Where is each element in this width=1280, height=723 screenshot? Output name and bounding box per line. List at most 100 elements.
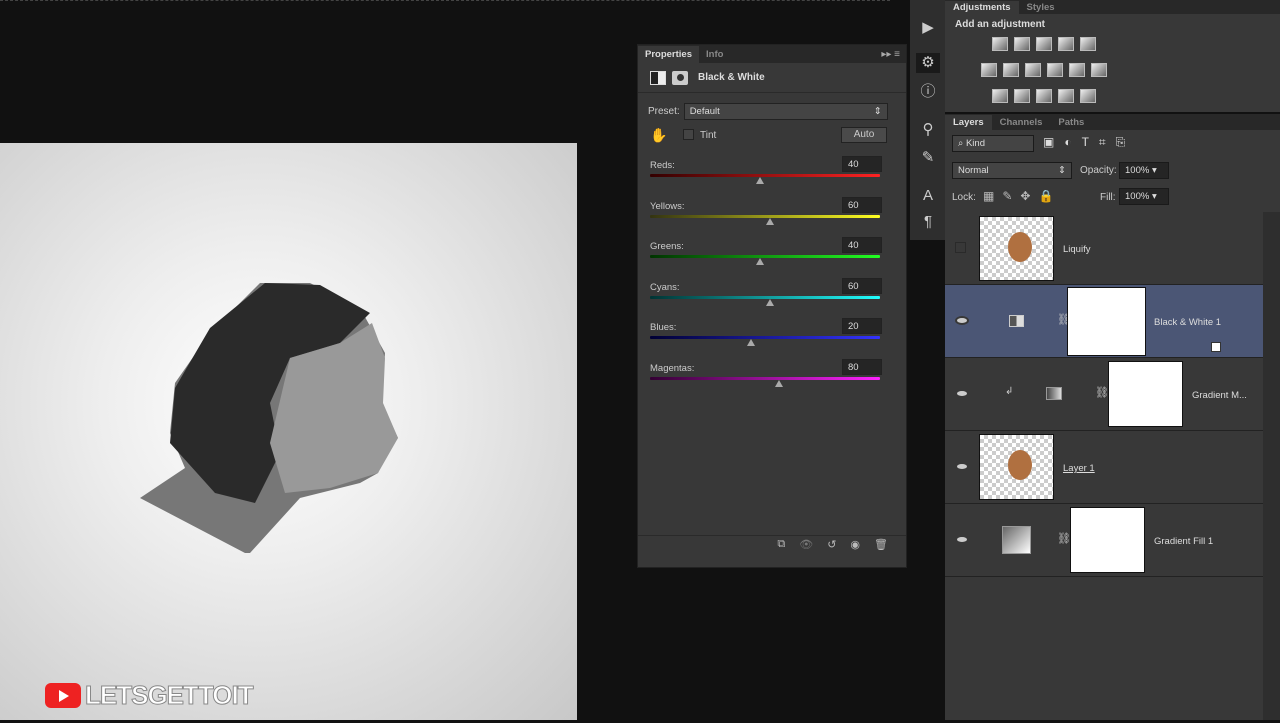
slider-thumb[interactable]	[756, 177, 765, 184]
layer-row-gradient-fill[interactable]: ⛓ Gradient Fill 1	[945, 504, 1263, 577]
auto-button[interactable]: Auto	[841, 127, 887, 143]
opacity-value: 100%	[1125, 165, 1150, 176]
mask-icon[interactable]	[672, 70, 688, 85]
slider-value-field[interactable]: 40	[842, 237, 882, 253]
tab-info[interactable]: Info	[699, 46, 730, 63]
gradient-map-adjustment-icon	[1046, 387, 1062, 400]
watermark-logo: LETSGETTOIT	[45, 680, 254, 711]
layer-mask-thumbnail[interactable]	[1067, 287, 1146, 356]
info-icon[interactable]: ⓘ	[916, 82, 940, 102]
layer-name[interactable]: Layer 1	[1063, 463, 1095, 474]
link-icon[interactable]: ⛓	[1095, 386, 1109, 399]
slider-track[interactable]	[650, 376, 880, 380]
document-canvas[interactable]	[0, 143, 577, 720]
threshold-icon[interactable]	[1036, 89, 1052, 103]
black-white-icon[interactable]	[1025, 63, 1041, 77]
photo-filter-icon[interactable]	[1047, 63, 1063, 77]
eye-icon[interactable]	[955, 316, 969, 325]
slider-track[interactable]	[650, 174, 880, 177]
preset-dropdown[interactable]: Default ⇕	[683, 103, 888, 120]
targeted-adjustment-hand-icon[interactable]: ✋	[650, 127, 667, 144]
eye-icon[interactable]	[955, 462, 969, 471]
fill-field[interactable]: 100% ▾	[1119, 188, 1169, 205]
layer-row-gradient-map[interactable]: ↲ ⛓ Gradient M...	[945, 358, 1263, 431]
channel-mixer-icon[interactable]	[1069, 63, 1085, 77]
character-icon[interactable]: A	[916, 186, 940, 206]
brush-presets-icon[interactable]: ⚲	[916, 120, 940, 140]
slider-thumb[interactable]	[747, 339, 756, 346]
slider-track[interactable]	[650, 255, 880, 258]
lock-icons[interactable]: ▦✎✥🔒	[983, 189, 1061, 203]
slider-value-field[interactable]: 60	[842, 196, 882, 213]
layer-name[interactable]: Gradient M...	[1192, 390, 1247, 401]
view-previous-icon[interactable]: 👁	[799, 538, 813, 551]
slider-value-field[interactable]: 80	[842, 358, 882, 375]
layer-row-black-white[interactable]: ⛓ Black & White 1	[945, 285, 1263, 358]
layers-panel: Layers Channels Paths ⌕ Kind ▣◐T⌗⎘ Norma…	[945, 114, 1280, 720]
levels-icon[interactable]	[1014, 37, 1030, 51]
visibility-icon[interactable]: ◉	[850, 538, 860, 551]
layers-scrollbar[interactable]	[1263, 212, 1280, 720]
layer-mask-thumbnail[interactable]	[1070, 507, 1145, 573]
eye-icon[interactable]	[955, 535, 969, 544]
adjustment-icon[interactable]	[650, 70, 666, 85]
filter-kind-value: Kind	[965, 138, 985, 149]
tab-channels[interactable]: Channels	[992, 115, 1051, 130]
tab-layers[interactable]: Layers	[945, 115, 992, 130]
color-balance-icon[interactable]	[1003, 63, 1019, 77]
adjustments-panel-icon[interactable]: ⚙	[916, 53, 940, 73]
gradient-map-icon[interactable]	[1080, 89, 1096, 103]
brushes-icon[interactable]: ✎	[916, 148, 940, 168]
slider-thumb[interactable]	[774, 379, 783, 387]
visibility-toggle-off[interactable]	[955, 242, 966, 253]
color-lookup-icon[interactable]	[1091, 63, 1107, 77]
slider-thumb[interactable]	[765, 217, 774, 225]
slider-value-field[interactable]: 40	[842, 156, 882, 172]
tab-adjustments[interactable]: Adjustments	[945, 1, 1019, 14]
posterize-icon[interactable]	[1014, 89, 1030, 103]
slider-label: Blues:	[650, 322, 677, 333]
hue-saturation-icon[interactable]	[981, 63, 997, 77]
properties-panel: Properties Info ▸▸ ≡ Black & White Prese…	[637, 44, 907, 568]
slider-thumb[interactable]	[756, 258, 765, 265]
fill-value: 100%	[1125, 191, 1150, 202]
delete-icon[interactable]: 🗑	[874, 538, 888, 551]
panel-menu-icon[interactable]: ▸▸ ≡	[875, 46, 906, 63]
layer-row-liquify[interactable]: Liquify	[945, 212, 1263, 285]
layer-mask-thumbnail[interactable]	[1108, 361, 1183, 427]
vibrance-icon[interactable]	[1080, 37, 1096, 51]
blend-mode-value: Normal	[958, 165, 989, 176]
selective-color-icon[interactable]	[1058, 89, 1074, 103]
curves-icon[interactable]	[1036, 37, 1052, 51]
reset-icon[interactable]: ↺	[827, 538, 836, 551]
layer-name[interactable]: Black & White 1	[1154, 317, 1221, 328]
filter-icons[interactable]: ▣◐T⌗⎘	[1043, 135, 1135, 150]
portrait-image	[140, 283, 398, 553]
tab-styles[interactable]: Styles	[1019, 1, 1063, 14]
paragraph-icon[interactable]: ¶	[916, 212, 940, 232]
brightness-icon[interactable]	[992, 37, 1008, 51]
slider-thumb[interactable]	[765, 298, 774, 306]
exposure-icon[interactable]	[1058, 37, 1074, 51]
slider-value-field[interactable]: 20	[842, 318, 882, 334]
opacity-field[interactable]: 100% ▾	[1119, 162, 1169, 179]
link-icon[interactable]: ⛓	[1057, 532, 1071, 545]
properties-title: Black & White	[698, 72, 765, 83]
tab-paths[interactable]: Paths	[1050, 115, 1092, 130]
slider-track[interactable]	[650, 336, 880, 339]
layer-name[interactable]: Gradient Fill 1	[1154, 536, 1213, 547]
adjustments-heading: Add an adjustment	[955, 19, 1046, 30]
clip-to-layer-icon[interactable]: ⧉	[777, 538, 785, 551]
tint-checkbox[interactable]	[683, 129, 694, 140]
fill-label: Fill:	[1100, 192, 1116, 203]
layer-name[interactable]: Liquify	[1063, 244, 1090, 255]
blend-mode-dropdown[interactable]: Normal ⇕	[952, 162, 1072, 179]
youtube-icon	[45, 683, 81, 708]
filter-kind-dropdown[interactable]: ⌕ Kind	[952, 135, 1034, 152]
layer-row-layer-1[interactable]: Layer 1	[945, 431, 1263, 504]
slider-value-field[interactable]: 60	[842, 277, 882, 294]
eye-icon[interactable]	[955, 389, 969, 398]
tab-properties[interactable]: Properties	[638, 46, 699, 63]
play-icon[interactable]: ▶	[916, 18, 940, 38]
invert-icon[interactable]	[992, 89, 1008, 103]
